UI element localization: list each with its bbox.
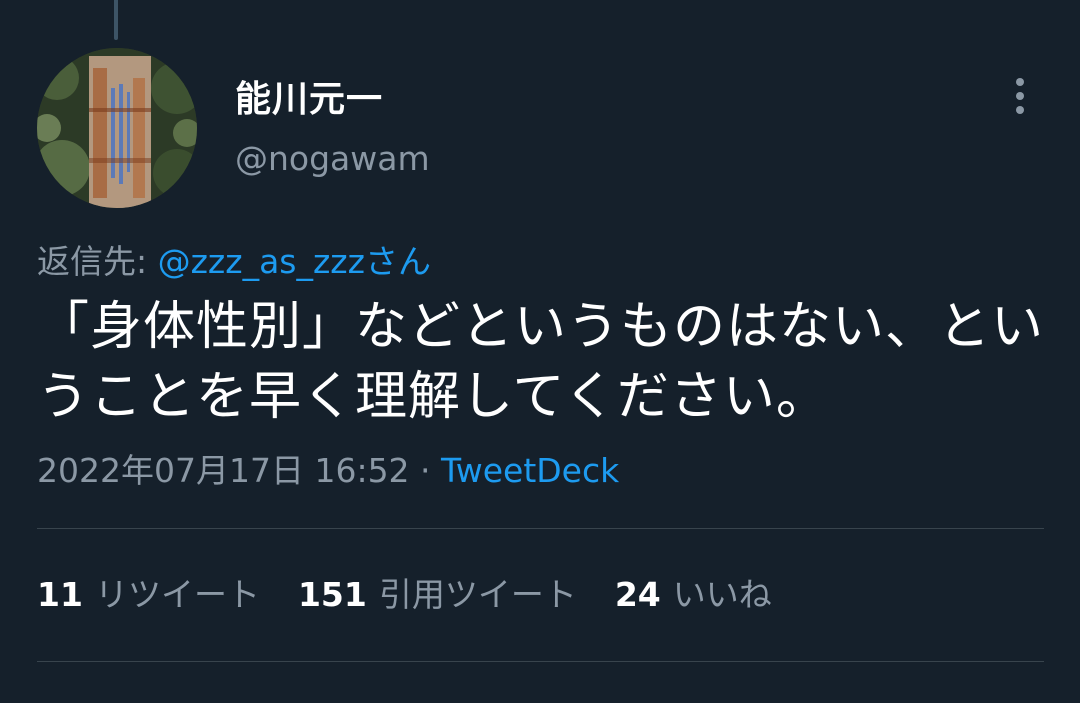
- quote-tweets-stat[interactable]: 151 引用ツイート: [298, 573, 577, 617]
- likes-count: 24: [614, 575, 661, 614]
- tweet-text: 「身体性別」などというものはない、ということを早く理解してください。: [37, 297, 1045, 427]
- more-options-button[interactable]: [1000, 72, 1040, 120]
- retweets-stat[interactable]: 11 リツイート: [37, 573, 260, 617]
- retweets-label: リツイート: [94, 575, 260, 614]
- avatar-image: [37, 48, 197, 208]
- reply-mention-link[interactable]: @zzz_as_zzzさん: [158, 242, 431, 281]
- display-name[interactable]: 能川元一: [235, 78, 383, 122]
- divider-top: [37, 528, 1044, 529]
- meta-separator: ·: [409, 451, 442, 490]
- likes-label: いいね: [672, 575, 772, 614]
- thread-connector-line: [114, 0, 118, 40]
- divider-bottom: [37, 661, 1044, 662]
- user-handle[interactable]: @nogawam: [235, 138, 430, 180]
- tweet-meta: 2022年07月17日 16:52 · TweetDeck: [37, 449, 619, 493]
- timestamp[interactable]: 2022年07月17日 16:52: [37, 451, 410, 490]
- tweet-stats: 11 リツイート 151 引用ツイート 24 いいね: [37, 573, 772, 617]
- avatar[interactable]: [37, 48, 197, 208]
- retweets-count: 11: [37, 575, 83, 614]
- reply-context: 返信先: @zzz_as_zzzさん: [37, 240, 431, 284]
- likes-stat[interactable]: 24 いいね: [615, 573, 772, 617]
- reply-prefix: 返信先:: [37, 242, 158, 281]
- source-link[interactable]: TweetDeck: [441, 451, 619, 490]
- quote-tweets-count: 151: [297, 575, 367, 614]
- quote-tweets-label: 引用ツイート: [378, 575, 577, 614]
